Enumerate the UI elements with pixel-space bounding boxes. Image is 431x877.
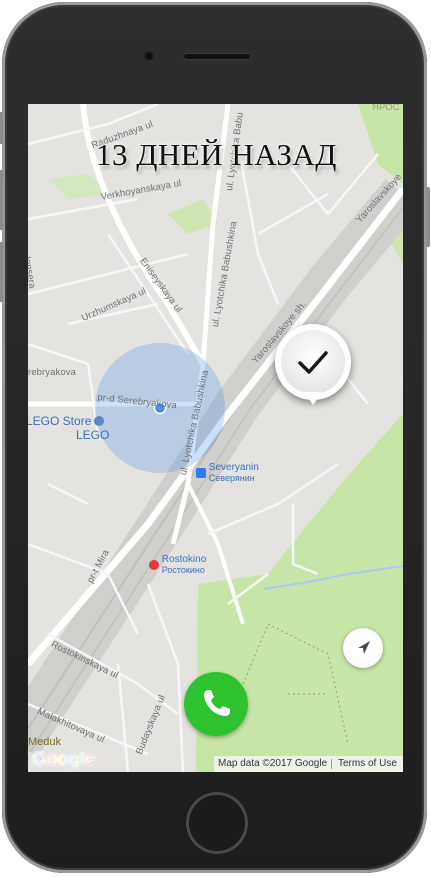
navigation-arrow-icon (358, 641, 370, 654)
checkin-marker[interactable] (275, 324, 351, 405)
volume-down-button (0, 242, 3, 302)
poi-severyanin[interactable]: Severyanin Северянин (196, 463, 259, 484)
train-station-icon (196, 468, 206, 478)
metro-icon (149, 560, 159, 570)
poi-lego-store[interactable]: LEGO Store (28, 414, 105, 428)
map-attribution-bar: Map data ©2017 Google Terms of Use (214, 756, 403, 772)
google-wordmark: Google (32, 749, 95, 770)
poi-label: Severyanin (208, 462, 259, 473)
my-location-button[interactable] (343, 628, 383, 668)
poi-label-ru: Северянин (208, 473, 255, 483)
terms-of-use-link[interactable]: Terms of Use (338, 756, 397, 772)
front-camera (143, 50, 155, 62)
volume-up-button (0, 170, 3, 230)
street-label: ЯРОС (372, 104, 400, 113)
power-button (426, 187, 430, 247)
days-ago-title: 13 ДНЕЙ НАЗАД (96, 137, 337, 172)
phone-icon (204, 690, 230, 716)
poi-partial: Meduk (28, 736, 62, 748)
poi-label: LEGO Store (28, 414, 92, 428)
mute-switch (0, 112, 3, 144)
screen: Raduzhnaya ul Verkhoyanskaya ul Eniseysk… (28, 104, 403, 772)
shopping-bag-icon (94, 416, 105, 426)
google-logo: Google (32, 749, 95, 771)
poi-label: Rostokino (161, 554, 207, 565)
poi-lego: LEGO (76, 428, 110, 442)
earpiece-speaker (183, 53, 251, 60)
divider (331, 759, 332, 769)
street-label: rebryakova (28, 367, 76, 378)
map-data-credit[interactable]: Map data ©2017 Google (218, 756, 327, 772)
poi-label-ru: Ростокино (161, 565, 205, 575)
call-button[interactable] (184, 672, 248, 736)
poi-rostokino[interactable]: Rostokino Ростокино (149, 555, 206, 576)
home-button[interactable] (186, 792, 248, 854)
checkmark-icon (298, 351, 328, 374)
